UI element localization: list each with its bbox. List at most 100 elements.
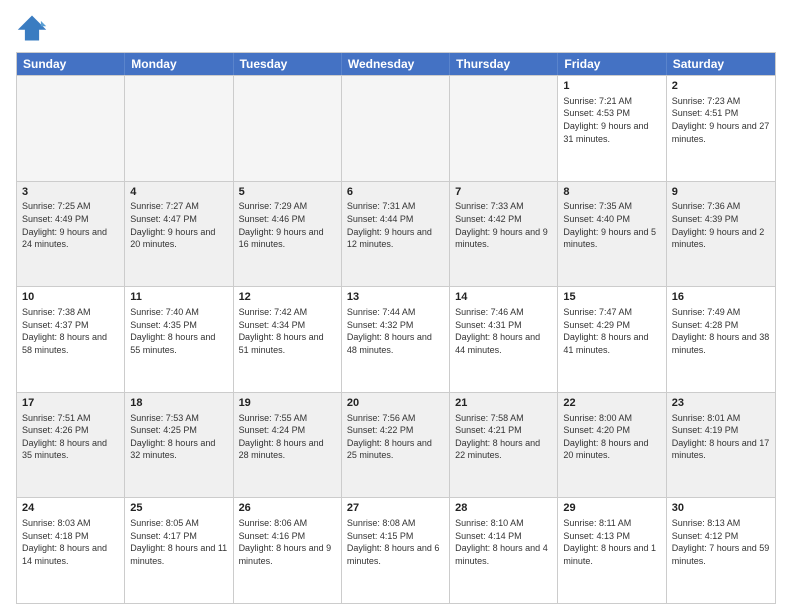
header-cell-thursday: Thursday xyxy=(450,53,558,75)
calendar-cell xyxy=(17,76,125,181)
calendar-cell: 16Sunrise: 7:49 AMSunset: 4:28 PMDayligh… xyxy=(667,287,775,392)
header-cell-friday: Friday xyxy=(558,53,666,75)
calendar-cell: 3Sunrise: 7:25 AMSunset: 4:49 PMDaylight… xyxy=(17,182,125,287)
calendar-cell: 11Sunrise: 7:40 AMSunset: 4:35 PMDayligh… xyxy=(125,287,233,392)
day-number: 28 xyxy=(455,501,552,516)
calendar-cell: 19Sunrise: 7:55 AMSunset: 4:24 PMDayligh… xyxy=(234,393,342,498)
header-cell-tuesday: Tuesday xyxy=(234,53,342,75)
cell-info: Sunrise: 8:00 AMSunset: 4:20 PMDaylight:… xyxy=(563,412,660,462)
day-number: 19 xyxy=(239,396,336,411)
calendar-cell: 21Sunrise: 7:58 AMSunset: 4:21 PMDayligh… xyxy=(450,393,558,498)
cell-info: Sunrise: 7:36 AMSunset: 4:39 PMDaylight:… xyxy=(672,200,770,250)
page-header xyxy=(16,12,776,44)
calendar-row-3: 17Sunrise: 7:51 AMSunset: 4:26 PMDayligh… xyxy=(17,392,775,498)
calendar-cell: 10Sunrise: 7:38 AMSunset: 4:37 PMDayligh… xyxy=(17,287,125,392)
calendar-cell xyxy=(450,76,558,181)
cell-info: Sunrise: 7:51 AMSunset: 4:26 PMDaylight:… xyxy=(22,412,119,462)
day-number: 3 xyxy=(22,185,119,200)
day-number: 5 xyxy=(239,185,336,200)
day-number: 26 xyxy=(239,501,336,516)
cell-info: Sunrise: 7:38 AMSunset: 4:37 PMDaylight:… xyxy=(22,306,119,356)
cell-info: Sunrise: 8:10 AMSunset: 4:14 PMDaylight:… xyxy=(455,517,552,567)
header-cell-saturday: Saturday xyxy=(667,53,775,75)
day-number: 18 xyxy=(130,396,227,411)
cell-info: Sunrise: 8:05 AMSunset: 4:17 PMDaylight:… xyxy=(130,517,227,567)
day-number: 6 xyxy=(347,185,444,200)
calendar-header: SundayMondayTuesdayWednesdayThursdayFrid… xyxy=(17,53,775,75)
calendar-cell xyxy=(125,76,233,181)
calendar-cell: 20Sunrise: 7:56 AMSunset: 4:22 PMDayligh… xyxy=(342,393,450,498)
calendar-cell: 17Sunrise: 7:51 AMSunset: 4:26 PMDayligh… xyxy=(17,393,125,498)
day-number: 15 xyxy=(563,290,660,305)
day-number: 20 xyxy=(347,396,444,411)
calendar-cell: 22Sunrise: 8:00 AMSunset: 4:20 PMDayligh… xyxy=(558,393,666,498)
day-number: 24 xyxy=(22,501,119,516)
day-number: 10 xyxy=(22,290,119,305)
calendar-row-0: 1Sunrise: 7:21 AMSunset: 4:53 PMDaylight… xyxy=(17,75,775,181)
calendar-cell: 7Sunrise: 7:33 AMSunset: 4:42 PMDaylight… xyxy=(450,182,558,287)
day-number: 29 xyxy=(563,501,660,516)
calendar-cell: 25Sunrise: 8:05 AMSunset: 4:17 PMDayligh… xyxy=(125,498,233,603)
cell-info: Sunrise: 7:35 AMSunset: 4:40 PMDaylight:… xyxy=(563,200,660,250)
cell-info: Sunrise: 7:29 AMSunset: 4:46 PMDaylight:… xyxy=(239,200,336,250)
calendar-cell: 13Sunrise: 7:44 AMSunset: 4:32 PMDayligh… xyxy=(342,287,450,392)
calendar-cell: 1Sunrise: 7:21 AMSunset: 4:53 PMDaylight… xyxy=(558,76,666,181)
cell-info: Sunrise: 8:11 AMSunset: 4:13 PMDaylight:… xyxy=(563,517,660,567)
calendar: SundayMondayTuesdayWednesdayThursdayFrid… xyxy=(16,52,776,604)
day-number: 22 xyxy=(563,396,660,411)
calendar-cell: 15Sunrise: 7:47 AMSunset: 4:29 PMDayligh… xyxy=(558,287,666,392)
cell-info: Sunrise: 7:40 AMSunset: 4:35 PMDaylight:… xyxy=(130,306,227,356)
day-number: 16 xyxy=(672,290,770,305)
day-number: 8 xyxy=(563,185,660,200)
day-number: 27 xyxy=(347,501,444,516)
cell-info: Sunrise: 7:33 AMSunset: 4:42 PMDaylight:… xyxy=(455,200,552,250)
cell-info: Sunrise: 7:23 AMSunset: 4:51 PMDaylight:… xyxy=(672,95,770,145)
day-number: 11 xyxy=(130,290,227,305)
day-number: 13 xyxy=(347,290,444,305)
day-number: 30 xyxy=(672,501,770,516)
day-number: 4 xyxy=(130,185,227,200)
cell-info: Sunrise: 8:06 AMSunset: 4:16 PMDaylight:… xyxy=(239,517,336,567)
day-number: 21 xyxy=(455,396,552,411)
calendar-cell: 18Sunrise: 7:53 AMSunset: 4:25 PMDayligh… xyxy=(125,393,233,498)
day-number: 1 xyxy=(563,79,660,94)
day-number: 14 xyxy=(455,290,552,305)
calendar-row-1: 3Sunrise: 7:25 AMSunset: 4:49 PMDaylight… xyxy=(17,181,775,287)
cell-info: Sunrise: 7:46 AMSunset: 4:31 PMDaylight:… xyxy=(455,306,552,356)
calendar-cell: 12Sunrise: 7:42 AMSunset: 4:34 PMDayligh… xyxy=(234,287,342,392)
calendar-cell: 27Sunrise: 8:08 AMSunset: 4:15 PMDayligh… xyxy=(342,498,450,603)
day-number: 12 xyxy=(239,290,336,305)
cell-info: Sunrise: 7:21 AMSunset: 4:53 PMDaylight:… xyxy=(563,95,660,145)
calendar-cell: 2Sunrise: 7:23 AMSunset: 4:51 PMDaylight… xyxy=(667,76,775,181)
day-number: 2 xyxy=(672,79,770,94)
day-number: 23 xyxy=(672,396,770,411)
calendar-body: 1Sunrise: 7:21 AMSunset: 4:53 PMDaylight… xyxy=(17,75,775,603)
calendar-cell: 26Sunrise: 8:06 AMSunset: 4:16 PMDayligh… xyxy=(234,498,342,603)
calendar-cell: 30Sunrise: 8:13 AMSunset: 4:12 PMDayligh… xyxy=(667,498,775,603)
cell-info: Sunrise: 7:56 AMSunset: 4:22 PMDaylight:… xyxy=(347,412,444,462)
header-cell-sunday: Sunday xyxy=(17,53,125,75)
calendar-cell: 5Sunrise: 7:29 AMSunset: 4:46 PMDaylight… xyxy=(234,182,342,287)
header-cell-wednesday: Wednesday xyxy=(342,53,450,75)
day-number: 9 xyxy=(672,185,770,200)
cell-info: Sunrise: 7:53 AMSunset: 4:25 PMDaylight:… xyxy=(130,412,227,462)
calendar-cell: 28Sunrise: 8:10 AMSunset: 4:14 PMDayligh… xyxy=(450,498,558,603)
day-number: 25 xyxy=(130,501,227,516)
calendar-cell: 14Sunrise: 7:46 AMSunset: 4:31 PMDayligh… xyxy=(450,287,558,392)
day-number: 17 xyxy=(22,396,119,411)
cell-info: Sunrise: 7:25 AMSunset: 4:49 PMDaylight:… xyxy=(22,200,119,250)
cell-info: Sunrise: 8:01 AMSunset: 4:19 PMDaylight:… xyxy=(672,412,770,462)
calendar-cell: 6Sunrise: 7:31 AMSunset: 4:44 PMDaylight… xyxy=(342,182,450,287)
calendar-cell xyxy=(342,76,450,181)
cell-info: Sunrise: 7:55 AMSunset: 4:24 PMDaylight:… xyxy=(239,412,336,462)
cell-info: Sunrise: 7:58 AMSunset: 4:21 PMDaylight:… xyxy=(455,412,552,462)
logo xyxy=(16,12,52,44)
calendar-cell: 23Sunrise: 8:01 AMSunset: 4:19 PMDayligh… xyxy=(667,393,775,498)
cell-info: Sunrise: 7:31 AMSunset: 4:44 PMDaylight:… xyxy=(347,200,444,250)
day-number: 7 xyxy=(455,185,552,200)
cell-info: Sunrise: 8:13 AMSunset: 4:12 PMDaylight:… xyxy=(672,517,770,567)
cell-info: Sunrise: 8:03 AMSunset: 4:18 PMDaylight:… xyxy=(22,517,119,567)
header-cell-monday: Monday xyxy=(125,53,233,75)
calendar-cell: 8Sunrise: 7:35 AMSunset: 4:40 PMDaylight… xyxy=(558,182,666,287)
cell-info: Sunrise: 7:27 AMSunset: 4:47 PMDaylight:… xyxy=(130,200,227,250)
